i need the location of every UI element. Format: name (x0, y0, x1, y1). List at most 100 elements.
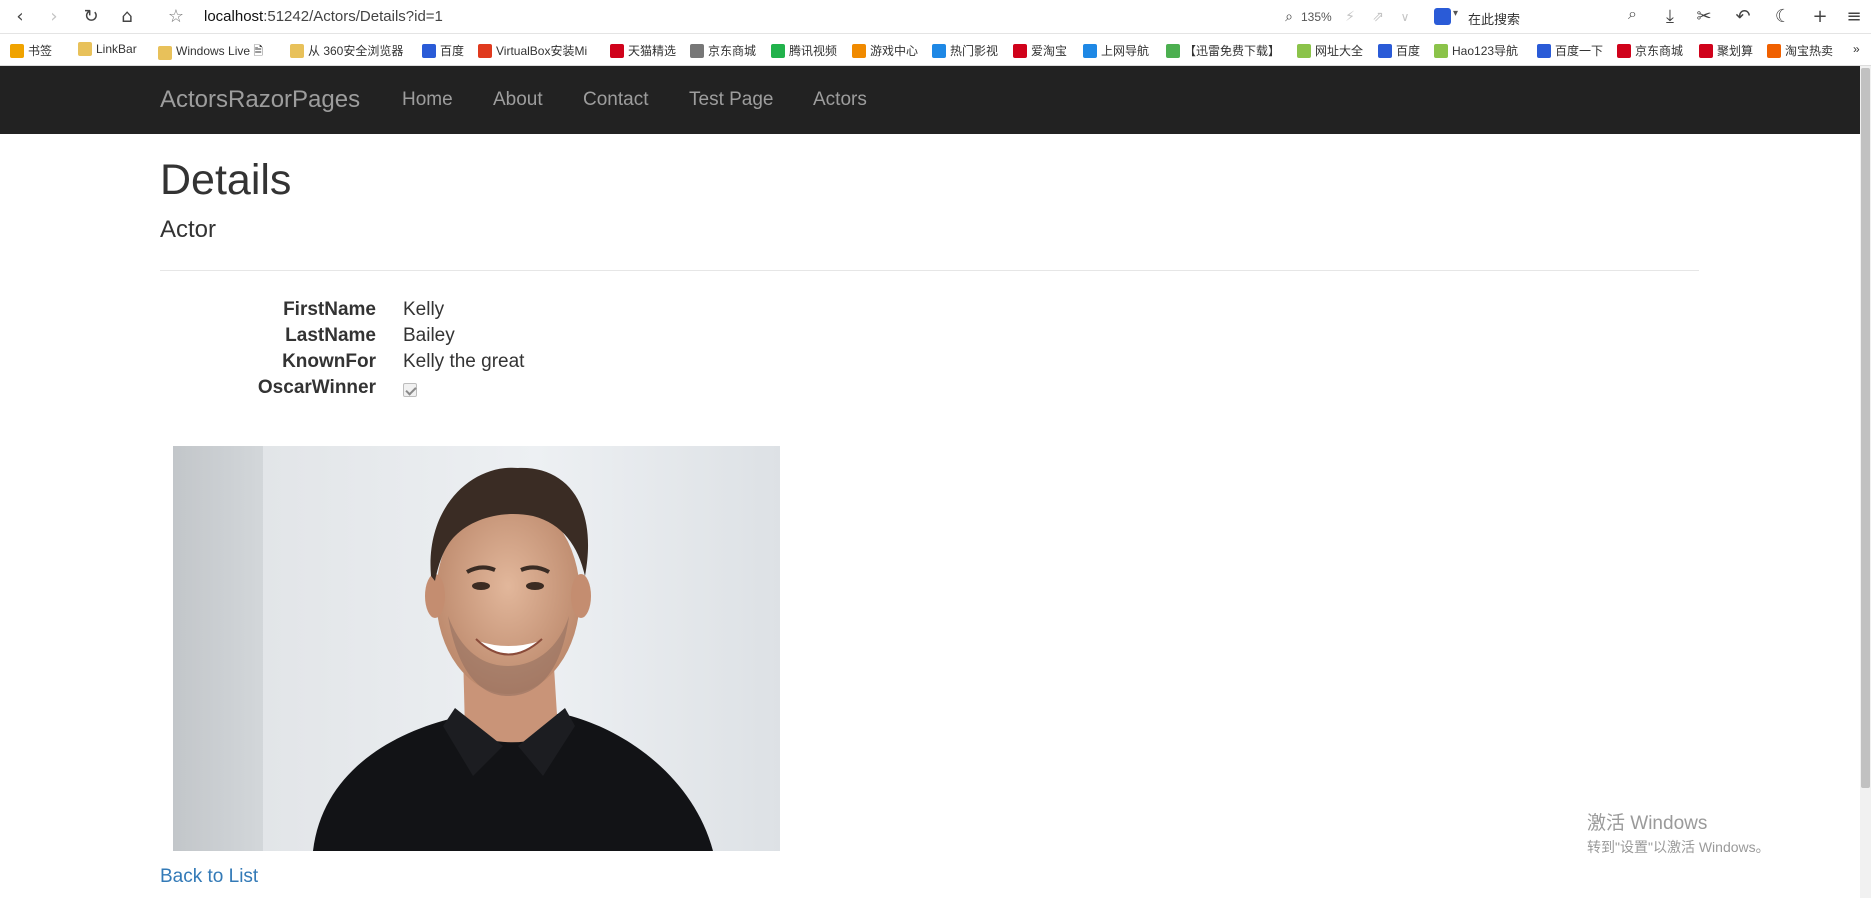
divider (160, 270, 1699, 271)
watermark-subtitle: 转到"设置"以激活 Windows。 (1587, 839, 1770, 855)
bookmark-item[interactable]: 京东商城 (690, 42, 756, 59)
bookmark-icon (852, 43, 866, 58)
bookmark-label: 淘宝热卖 (1785, 44, 1834, 58)
zoom-icon[interactable]: ⌕ (1277, 5, 1301, 29)
back-icon[interactable]: ‹ (8, 5, 32, 29)
chevron-down-icon[interactable]: ∨ (1393, 5, 1417, 29)
bookmark-icon (932, 43, 946, 58)
nav-contact[interactable]: Contact (583, 89, 648, 111)
search-engine-icon[interactable] (1434, 8, 1451, 25)
moon-icon[interactable]: ☾ (1771, 5, 1795, 29)
page-title: Details (160, 156, 292, 204)
bookmark-label: 京东商城 (1635, 44, 1684, 58)
bookmark-label: 上网导航 (1101, 44, 1150, 58)
bookmark-item[interactable]: 书签 (10, 42, 52, 59)
bookmark-label: 腾讯视频 (789, 44, 838, 58)
back-to-list-link[interactable]: Back to List (160, 866, 258, 888)
lightning-icon[interactable]: ⚡ (1338, 5, 1362, 29)
nav-home[interactable]: Home (402, 89, 453, 111)
bookmark-label: 网址大全 (1315, 44, 1364, 58)
bookmark-icon (1378, 43, 1392, 58)
bookmark-item[interactable]: 百度一下 (1537, 42, 1603, 59)
bookmark-item[interactable]: 上网导航 (1083, 42, 1149, 59)
bookmark-icon (690, 43, 704, 58)
nav-actors[interactable]: Actors (813, 89, 867, 111)
bookmark-item[interactable]: LinkBar (78, 42, 137, 56)
value-knownfor: Kelly the great (403, 351, 525, 372)
nav-about[interactable]: About (493, 89, 543, 111)
url-path: :51242/Actors/Details?id=1 (263, 8, 443, 25)
share-icon[interactable]: ⇗ (1366, 5, 1390, 29)
scrollbar-thumb[interactable] (1861, 68, 1870, 788)
page-scrollbar[interactable] (1860, 66, 1871, 898)
value-firstname: Kelly (403, 299, 445, 320)
bookmark-icon (422, 43, 436, 58)
caret-down-icon[interactable]: ▾ (1453, 8, 1458, 19)
bookmark-item[interactable]: 【迅雷免费下载】 (1166, 42, 1280, 59)
plus-icon[interactable]: + (1808, 5, 1832, 29)
bookmark-label: 天猫精选 (628, 44, 677, 58)
bookmark-item[interactable]: Windows Live 🗎 (158, 42, 263, 63)
url-host: localhost (204, 8, 264, 25)
reload-icon[interactable]: ↻ (79, 5, 103, 29)
bookmark-icon (1083, 43, 1097, 58)
bookmark-item[interactable]: Hao123导航 (1434, 42, 1518, 59)
bookmark-item[interactable]: 游戏中心 (852, 42, 918, 59)
bookmark-item[interactable]: 聚划算 (1699, 42, 1753, 59)
home-icon[interactable]: ⌂ (115, 5, 139, 29)
bookmark-item[interactable]: 百度 (1378, 42, 1420, 59)
zoom-level[interactable]: 135% (1301, 10, 1332, 24)
windows-activation-watermark: 激活 Windows 转到"设置"以激活 Windows。 (1587, 808, 1770, 857)
bookmark-item[interactable]: 腾讯视频 (771, 42, 837, 59)
bookmark-icon (158, 45, 172, 60)
menu-icon[interactable]: ≡ (1842, 5, 1866, 29)
forward-icon[interactable]: › (42, 5, 66, 29)
bookmark-item[interactable]: 热门影视 (932, 42, 998, 59)
bookmark-label: 游戏中心 (870, 44, 919, 58)
bookmark-icon (1767, 43, 1781, 58)
more-bookmarks-icon[interactable]: » (1853, 42, 1860, 56)
bookmark-label: 【迅雷免费下载】 (1184, 44, 1281, 58)
brand-link[interactable]: ActorsRazorPages (160, 86, 360, 114)
address-bar[interactable]: localhost:51242/Actors/Details?id=1 (204, 8, 443, 25)
bookmark-icon (10, 43, 24, 58)
bookmark-item[interactable]: 从 360安全浏览器 (290, 42, 403, 59)
bookmark-icon (1166, 43, 1180, 58)
bookmark-icon (1434, 43, 1448, 58)
bookmark-item[interactable]: 爱淘宝 (1013, 42, 1067, 59)
nav-test-page[interactable]: Test Page (689, 89, 774, 111)
bookmark-item[interactable]: 百度 (422, 42, 464, 59)
bookmark-icon (1297, 43, 1311, 58)
download-icon[interactable]: ⤓ (1658, 5, 1682, 29)
bookmark-label: LinkBar (96, 42, 137, 56)
label-lastname: LastName (285, 325, 376, 346)
bookmark-label: 百度 (1396, 44, 1421, 58)
search-icon[interactable]: ⌕ (1628, 6, 1637, 24)
bookmark-label: 书签 (28, 44, 53, 58)
bookmark-label: 从 360安全浏览器 (308, 44, 404, 58)
search-box[interactable]: ▾ 在此搜索 ⌕ (1432, 6, 1650, 28)
site-navbar: ActorsRazorPages Home About Contact Test… (0, 66, 1860, 134)
search-input[interactable]: 在此搜索 (1468, 9, 1520, 28)
bookmark-icon (78, 42, 92, 56)
actor-portrait-image (173, 446, 780, 851)
bookmark-item[interactable]: 京东商城 (1617, 42, 1683, 59)
bookmark-item[interactable]: 网址大全 (1297, 42, 1363, 59)
bookmark-icon (478, 43, 492, 58)
bookmark-icon (1537, 43, 1551, 58)
bookmark-icon (290, 43, 304, 58)
bookmark-icon (1617, 43, 1631, 58)
bookmark-item[interactable]: 天猫精选 (610, 42, 676, 59)
scissors-icon[interactable]: ✂ (1692, 5, 1716, 29)
undo-icon[interactable]: ↶ (1731, 5, 1755, 29)
bookmark-icon (771, 43, 785, 58)
star-icon[interactable]: ☆ (164, 5, 188, 29)
oscarwinner-checkbox (403, 383, 417, 397)
bookmark-label: VirtualBox安装Mi (496, 44, 588, 58)
bookmark-label: 百度一下 (1555, 44, 1604, 58)
bookmark-item[interactable]: 淘宝热卖 (1767, 42, 1833, 59)
bookmarks-bar: 书签 LinkBar Windows Live 🗎 从 360安全浏览器 百度 Virtu… (0, 35, 1871, 66)
bookmark-label: Windows Live 🗎 (176, 44, 264, 58)
label-knownfor: KnownFor (282, 351, 376, 372)
bookmark-item[interactable]: VirtualBox安装Mi (478, 42, 587, 59)
